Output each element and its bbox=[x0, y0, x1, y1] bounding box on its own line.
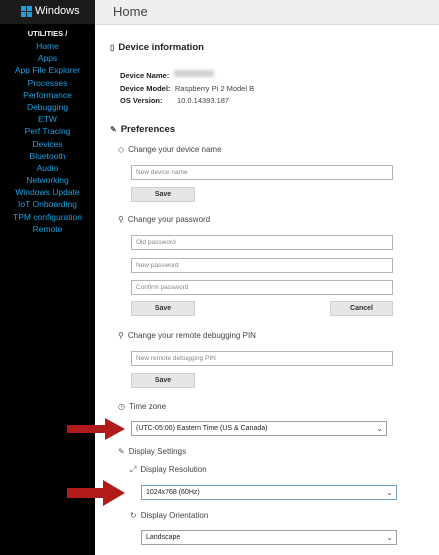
tag-icon: ◇ bbox=[118, 145, 125, 154]
key-icon: ⚲ bbox=[118, 331, 124, 340]
clock-icon: ◷ bbox=[118, 402, 125, 411]
display-resolution-select[interactable]: 1024x768 (60Hz) ⌄ bbox=[141, 485, 397, 500]
device-name-input[interactable]: New device name bbox=[131, 165, 393, 180]
sidebar-item-processes[interactable]: Processes bbox=[0, 77, 95, 89]
debugging-pin-input[interactable]: New remote debugging PIN bbox=[131, 351, 393, 366]
sidebar-item-apps[interactable]: Apps bbox=[0, 52, 95, 64]
os-version-label: OS Version: bbox=[120, 96, 163, 105]
device-icon: ▯ bbox=[110, 43, 115, 52]
sidebar-item-app-file-explorer[interactable]: App File Explorer bbox=[0, 64, 95, 76]
chevron-down-icon: ⌄ bbox=[386, 533, 393, 542]
change-password-title: ⚲ Change your password bbox=[118, 215, 211, 224]
display-resolution-title: ⤢ Display Resolution bbox=[130, 465, 207, 474]
sidebar-nav: Home Apps App File Explorer Processes Pe… bbox=[0, 40, 95, 235]
windows-logo-icon bbox=[21, 6, 33, 18]
pencil-icon: ✎ bbox=[118, 447, 125, 456]
pencil-icon: ✎ bbox=[110, 125, 117, 134]
rotate-icon: ↻ bbox=[130, 511, 137, 520]
save-pin-button[interactable]: Save bbox=[131, 373, 195, 388]
chevron-down-icon: ⌄ bbox=[376, 424, 383, 433]
display-settings-title: ✎ Display Settings bbox=[118, 447, 187, 456]
confirm-password-input[interactable]: Confirm password bbox=[131, 280, 393, 295]
change-device-name-title: ◇ Change your device name bbox=[118, 145, 222, 154]
sidebar-item-performance[interactable]: Performance bbox=[0, 89, 95, 101]
annotation-arrow-time-zone bbox=[67, 418, 125, 440]
display-orientation-title: ↻ Display Orientation bbox=[130, 511, 209, 520]
resize-icon: ⤢ bbox=[130, 465, 137, 474]
brand-bar: Windows bbox=[0, 0, 95, 24]
sidebar-item-bluetooth[interactable]: Bluetooth bbox=[0, 150, 95, 162]
device-name-value-redacted bbox=[173, 70, 214, 78]
sidebar-item-tpm-configuration[interactable]: TPM configuration bbox=[0, 211, 95, 223]
time-zone-selected: (UTC-05:00) Eastern Time (US & Canada) bbox=[136, 425, 268, 432]
chevron-down-icon: ⌄ bbox=[386, 488, 393, 497]
display-orientation-select[interactable]: Landscape ⌄ bbox=[141, 530, 397, 545]
preferences-title: ✎ Preferences bbox=[110, 124, 176, 135]
page-header: Home bbox=[95, 0, 439, 25]
sidebar-item-networking[interactable]: Networking bbox=[0, 174, 95, 186]
app-title: Windows bbox=[35, 5, 80, 17]
time-zone-title: ◷ Time zone bbox=[118, 402, 167, 411]
os-version-value: 10.0.14393.187 bbox=[176, 96, 230, 105]
key-icon: ⚲ bbox=[118, 215, 124, 224]
sidebar-item-windows-update[interactable]: Windows Update bbox=[0, 186, 95, 198]
sidebar-item-remote[interactable]: Remote bbox=[0, 223, 95, 235]
device-info-title: ▯ Device information bbox=[110, 42, 204, 53]
sidebar-item-perf-tracing[interactable]: Perf Tracing bbox=[0, 125, 95, 137]
new-password-input[interactable]: New password bbox=[131, 258, 393, 273]
time-zone-select[interactable]: (UTC-05:00) Eastern Time (US & Canada) ⌄ bbox=[131, 421, 387, 436]
sidebar-item-iot-onboarding[interactable]: IoT Onboarding bbox=[0, 198, 95, 210]
sidebar-item-debugging[interactable]: Debugging bbox=[0, 101, 95, 113]
cancel-password-button[interactable]: Cancel bbox=[330, 301, 393, 316]
nav-heading: UTILITIES / bbox=[27, 29, 68, 38]
display-orientation-selected: Landscape bbox=[146, 534, 181, 541]
annotation-arrow-resolution bbox=[67, 480, 125, 506]
save-device-name-button[interactable]: Save bbox=[131, 187, 195, 202]
os-version-row: OS Version: 10.0.14393.187 bbox=[120, 90, 229, 108]
page-title: Home bbox=[113, 4, 148, 19]
sidebar: Windows UTILITIES / Home Apps App File E… bbox=[0, 0, 95, 555]
change-pin-title: ⚲ Change your remote debugging PIN bbox=[118, 331, 256, 340]
sidebar-item-etw[interactable]: ETW bbox=[0, 113, 95, 125]
old-password-input[interactable]: Old password bbox=[131, 235, 393, 250]
display-resolution-selected: 1024x768 (60Hz) bbox=[146, 489, 200, 496]
save-password-button[interactable]: Save bbox=[131, 301, 195, 316]
sidebar-item-audio[interactable]: Audio bbox=[0, 162, 95, 174]
sidebar-item-home[interactable]: Home bbox=[0, 40, 95, 52]
main-content: ▯ Device information Device Name: Device … bbox=[95, 25, 439, 555]
sidebar-item-devices[interactable]: Devices bbox=[0, 138, 95, 150]
